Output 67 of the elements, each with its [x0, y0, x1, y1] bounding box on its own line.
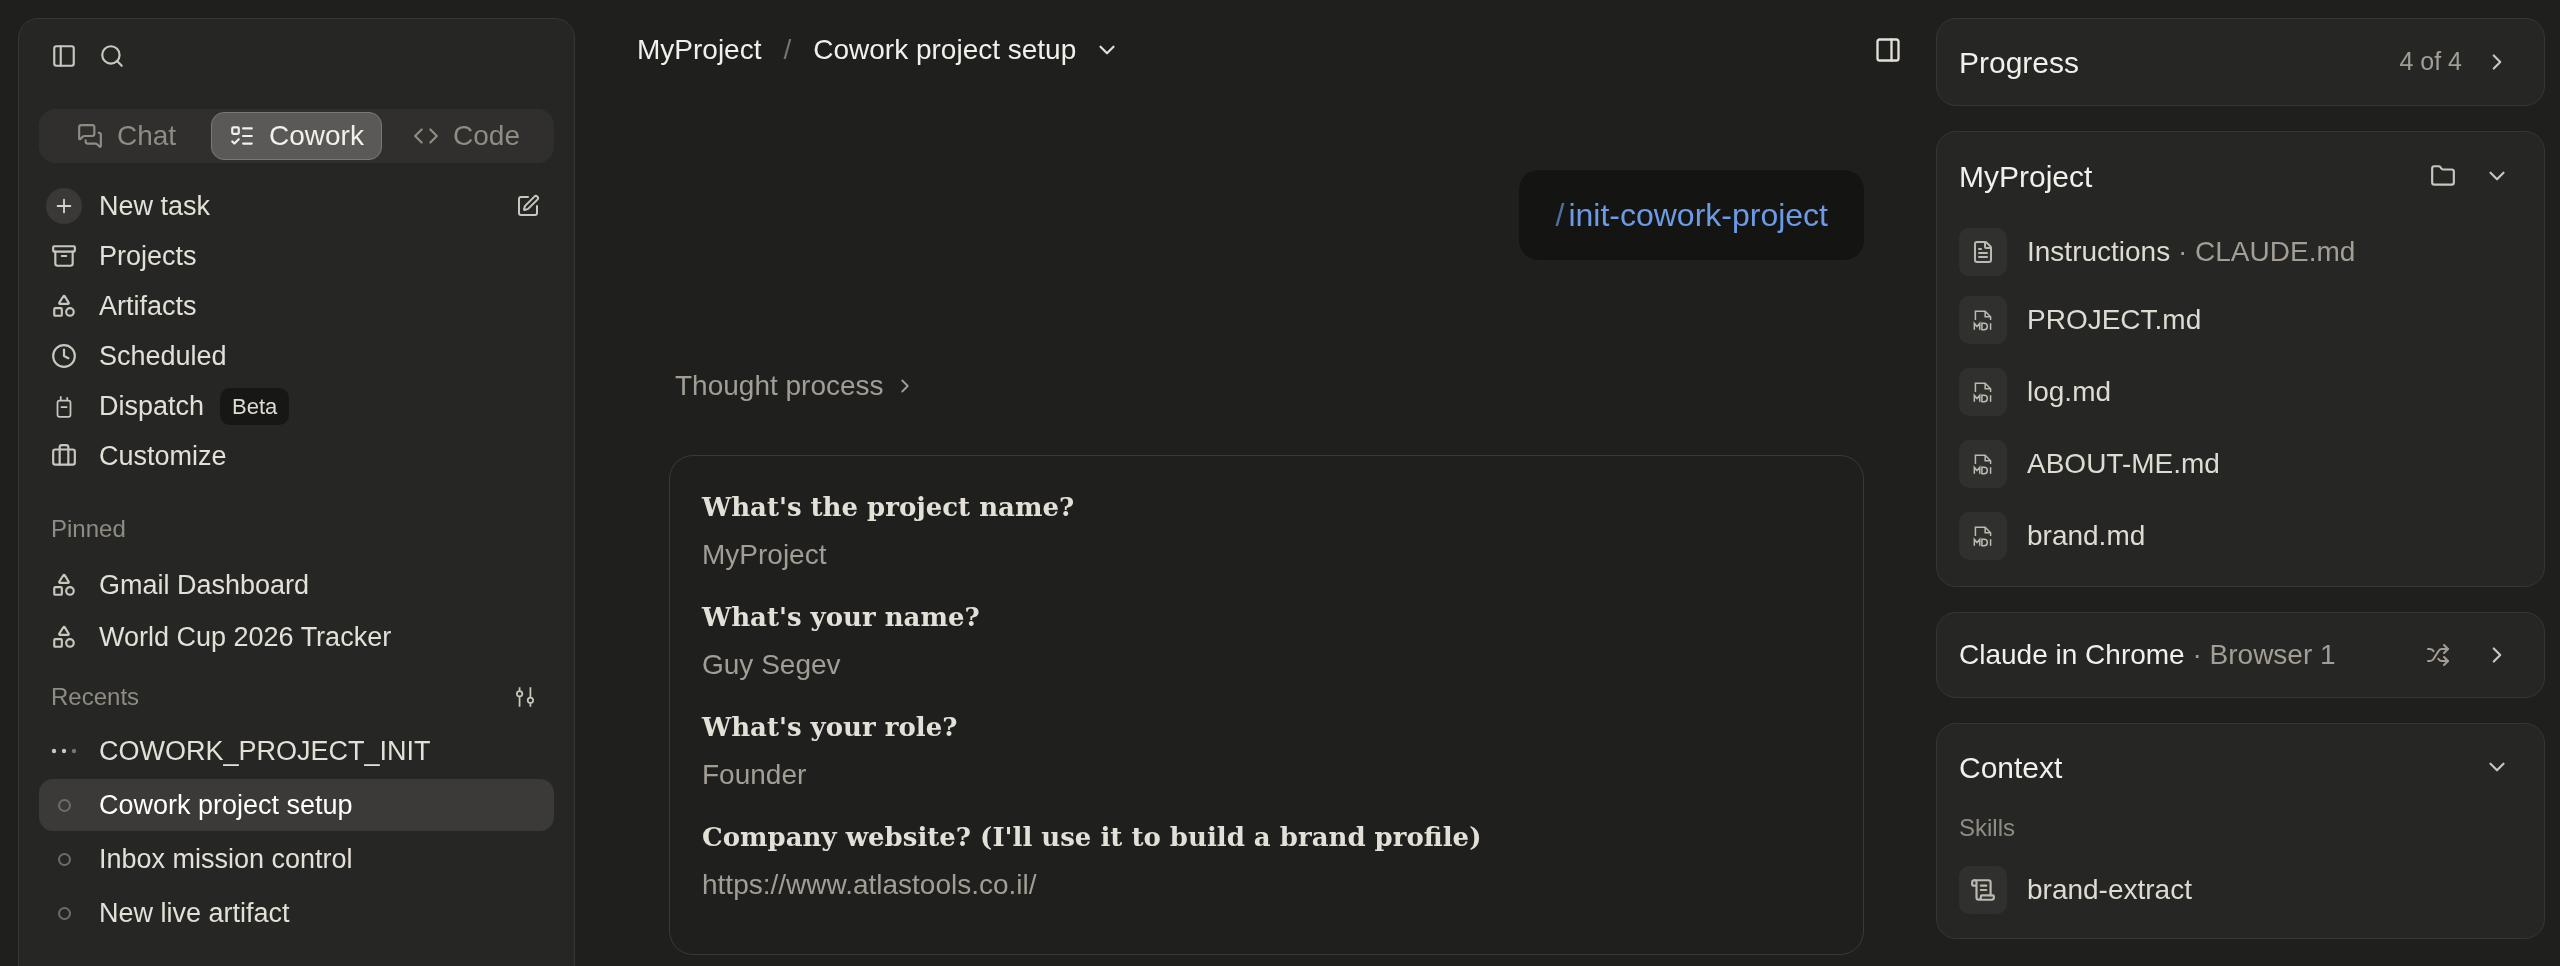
- question-text: Company website? (I'll use it to build a brand profile): [702, 821, 1483, 854]
- nav-item[interactable]: Scheduled: [99, 335, 227, 377]
- section-label: Skills: [1959, 813, 2016, 843]
- recent-item-label: New live artifact: [99, 896, 290, 930]
- recent-item[interactable]: New live artifact: [39, 887, 554, 939]
- shapes-icon: [51, 624, 77, 650]
- thought-process-toggle[interactable]: Thought process: [675, 365, 916, 407]
- nav-item[interactable]: Customize: [99, 435, 227, 477]
- nav-item[interactable]: Artifacts: [99, 285, 197, 327]
- progress-count: 4 of 4: [2399, 46, 2462, 78]
- folder-icon[interactable]: [2430, 163, 2456, 189]
- shuffle-icon[interactable]: [2426, 643, 2450, 667]
- card-title: Claude in Chrome · Browser 1: [1959, 638, 2336, 672]
- archive-icon: [51, 243, 77, 269]
- question-text: What's the project name?: [702, 491, 1076, 524]
- file-name[interactable]: log.md: [2027, 371, 2112, 413]
- breadcrumb-link[interactable]: MyProject: [637, 29, 762, 71]
- recent-item[interactable]: Cowork project setup: [39, 779, 554, 831]
- nav-item[interactable]: Projects: [99, 235, 197, 277]
- shapes-icon: [51, 572, 77, 598]
- nav-item[interactable]: New task: [99, 185, 211, 227]
- mode-tab[interactable]: Chat: [42, 112, 211, 160]
- answer-text: Founder: [702, 758, 808, 792]
- answer-text: https://www.atlastools.co.il/: [702, 868, 1038, 902]
- nav-item[interactable]: Dispatch: [99, 385, 205, 427]
- briefcase-icon: [51, 443, 77, 469]
- beta-badge: Beta: [220, 387, 290, 425]
- mode-tab[interactable]: Cowork: [211, 112, 382, 160]
- recent-item-label: Cowork project setup: [99, 788, 353, 822]
- chat-bubbles-icon: [76, 123, 103, 149]
- clock-icon: [51, 343, 77, 369]
- pinned-item[interactable]: World Cup 2026 Tracker: [99, 616, 392, 658]
- question-text: What's your name?: [702, 601, 981, 634]
- shapes-icon: [51, 293, 77, 319]
- pinned-item[interactable]: Gmail Dashboard: [99, 564, 310, 606]
- browser-card[interactable]: Claude in Chrome · Browser 1: [1936, 612, 2545, 698]
- section-label: Pinned: [50, 514, 127, 544]
- plus-icon: [46, 188, 82, 224]
- command-text: init-cowork-project: [1568, 196, 1828, 235]
- scroll-icon: [1970, 877, 1996, 903]
- question-text: What's your role?: [702, 711, 959, 744]
- file-name[interactable]: Instructions · CLAUDE.md: [2027, 231, 2356, 273]
- file-name[interactable]: PROJECT.md: [2027, 299, 2202, 341]
- mode-tab[interactable]: Code: [382, 112, 551, 160]
- card-title: Context: [1959, 749, 2063, 786]
- answer-text: Guy Segev: [702, 648, 842, 682]
- section-label: Recents: [51, 682, 140, 712]
- skill-name[interactable]: brand-extract: [2027, 869, 2192, 911]
- file-name[interactable]: brand.md: [2027, 515, 2146, 557]
- slash-prefix: /: [1555, 196, 1565, 235]
- recent-item[interactable]: COWORK_PROJECT_INIT: [39, 725, 554, 777]
- sidebar-toggle-icon[interactable]: [51, 43, 77, 69]
- document-icon: [1971, 240, 1995, 264]
- compose-icon[interactable]: [516, 194, 540, 218]
- progress-card[interactable]: Progress 4 of 4: [1936, 18, 2545, 106]
- card-title: MyProject: [1959, 158, 2093, 195]
- card-title: Progress: [1959, 44, 2080, 81]
- search-icon[interactable]: [99, 43, 125, 69]
- recent-item[interactable]: Inbox mission control: [39, 833, 554, 885]
- breadcrumb-separator: /: [783, 33, 792, 67]
- recent-item-label: Inbox mission control: [99, 842, 353, 876]
- ellipsis-icon: [51, 748, 77, 754]
- answer-text: MyProject: [702, 538, 828, 572]
- recent-item-label: COWORK_PROJECT_INIT: [99, 734, 431, 768]
- file-name[interactable]: ABOUT-ME.md: [2027, 443, 2220, 485]
- breadcrumb-current[interactable]: Cowork project setup: [813, 29, 1077, 71]
- panel-toggle-icon[interactable]: [1874, 36, 1902, 64]
